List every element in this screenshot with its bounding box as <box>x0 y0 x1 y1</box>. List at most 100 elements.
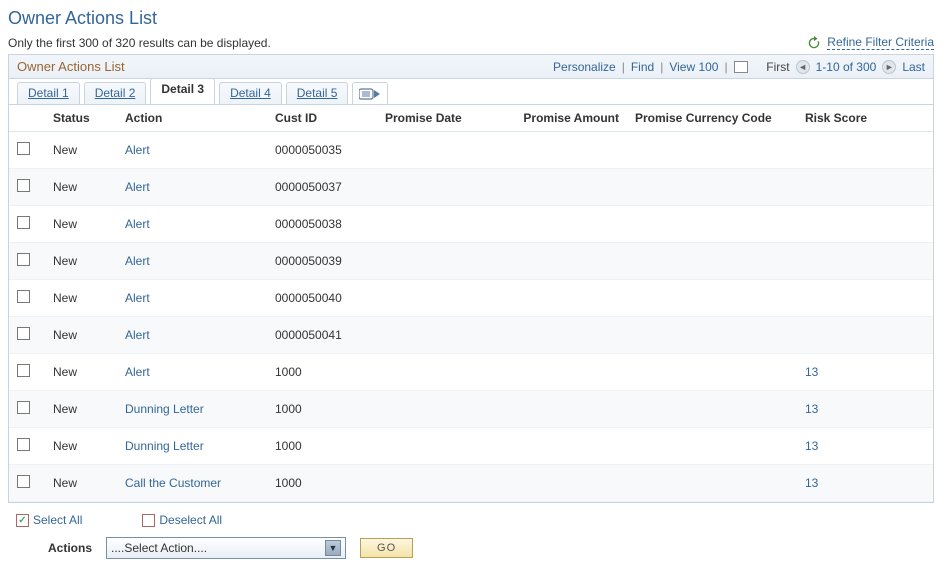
table-row: NewDunning Letter100013 <box>9 428 933 465</box>
cell-action-link[interactable]: Alert <box>125 254 150 268</box>
refine-filter-link[interactable]: Refine Filter Criteria <box>827 35 934 50</box>
prev-page-icon[interactable]: ◄ <box>796 60 810 74</box>
cell-promise-amount <box>477 280 627 317</box>
row-checkbox[interactable] <box>17 475 30 488</box>
table-row: NewCall the Customer100013 <box>9 465 933 502</box>
tab-detail-4[interactable]: Detail 4 <box>219 82 282 104</box>
tab-detail-2[interactable]: Detail 2 <box>84 82 147 104</box>
select-all-link[interactable]: Select All <box>16 513 82 527</box>
risk-score-link[interactable]: 13 <box>805 476 818 490</box>
cell-promise-currency <box>627 280 797 317</box>
deselect-all-label: Deselect All <box>159 513 222 527</box>
cell-promise-amount <box>477 243 627 280</box>
cell-promise-currency <box>627 206 797 243</box>
cell-status: New <box>45 428 117 465</box>
row-checkbox[interactable] <box>17 253 30 266</box>
cell-promise-date <box>377 428 477 465</box>
table-row: NewAlert100013 <box>9 354 933 391</box>
page-title: Owner Actions List <box>8 8 934 29</box>
table-row: NewAlert0000050038 <box>9 206 933 243</box>
cell-action-link[interactable]: Alert <box>125 365 150 379</box>
row-checkbox[interactable] <box>17 401 30 414</box>
tab-detail-3[interactable]: Detail 3 <box>150 78 215 104</box>
col-status[interactable]: Status <box>45 105 117 132</box>
col-risk-score[interactable]: Risk Score <box>797 105 933 132</box>
deselect-all-link[interactable]: Deselect All <box>142 513 222 527</box>
actions-label: Actions <box>48 541 92 555</box>
table-row: NewAlert0000050037 <box>9 169 933 206</box>
cell-risk-score <box>797 169 933 206</box>
cell-action-link[interactable]: Alert <box>125 143 150 157</box>
col-action[interactable]: Action <box>117 105 267 132</box>
next-page-icon[interactable]: ► <box>882 60 896 74</box>
cell-promise-currency <box>627 391 797 428</box>
cell-risk-score: 13 <box>797 428 933 465</box>
cell-status: New <box>45 206 117 243</box>
cell-promise-currency <box>627 465 797 502</box>
cell-promise-date <box>377 391 477 428</box>
owner-actions-grid: Owner Actions List Personalize | Find | … <box>8 54 934 503</box>
cell-risk-score: 13 <box>797 354 933 391</box>
table-row: New Dunning Letter 1000 13 <box>9 391 933 428</box>
cell-custid: 1000 <box>267 354 377 391</box>
cell-promise-date <box>377 317 477 354</box>
cell-promise-amount <box>477 169 627 206</box>
cell-custid: 0000050039 <box>267 243 377 280</box>
view-all-link[interactable]: View 100 <box>669 60 718 74</box>
cell-promise-amount <box>477 428 627 465</box>
cell-promise-date <box>377 243 477 280</box>
cell-action-link[interactable]: Alert <box>125 291 150 305</box>
col-promise-amount[interactable]: Promise Amount <box>477 105 627 132</box>
personalize-link[interactable]: Personalize <box>553 60 616 74</box>
row-checkbox[interactable] <box>17 438 30 451</box>
cell-promise-date <box>377 132 477 169</box>
actions-select[interactable]: ....Select Action.... ▼ <box>106 537 346 559</box>
cell-promise-amount <box>477 465 627 502</box>
tab-detail-5[interactable]: Detail 5 <box>286 82 349 104</box>
table-row: NewAlert0000050035 <box>9 132 933 169</box>
show-all-columns-icon[interactable] <box>352 82 388 104</box>
row-checkbox[interactable] <box>17 290 30 303</box>
nav-first[interactable]: First <box>766 60 789 74</box>
chevron-down-icon: ▼ <box>325 540 341 556</box>
cell-status: New <box>45 169 117 206</box>
row-checkbox[interactable] <box>17 142 30 155</box>
cell-action-link[interactable]: Alert <box>125 217 150 231</box>
row-checkbox[interactable] <box>17 216 30 229</box>
col-custid[interactable]: Cust ID <box>267 105 377 132</box>
cell-risk-score <box>797 243 933 280</box>
risk-score-link[interactable]: 13 <box>805 365 818 379</box>
cell-action-link[interactable]: Dunning Letter <box>125 439 204 453</box>
risk-score-link[interactable]: 13 <box>805 439 818 453</box>
nav-last[interactable]: Last <box>902 60 925 74</box>
row-checkbox[interactable] <box>17 364 30 377</box>
table-row: NewAlert0000050040 <box>9 280 933 317</box>
table-row: NewAlert0000050039 <box>9 243 933 280</box>
cell-action-link[interactable]: Dunning Letter <box>125 402 204 416</box>
nav-range[interactable]: 1-10 of 300 <box>816 60 877 74</box>
actions-select-value: ....Select Action.... <box>111 541 207 555</box>
risk-score-link[interactable]: 13 <box>805 402 818 416</box>
cell-risk-score <box>797 317 933 354</box>
select-all-label: Select All <box>33 513 82 527</box>
cell-custid: 1000 <box>267 465 377 502</box>
go-button[interactable]: GO <box>360 538 413 558</box>
col-promise-currency[interactable]: Promise Currency Code <box>627 105 797 132</box>
cell-promise-date <box>377 206 477 243</box>
cell-custid: 1000 <box>267 391 377 428</box>
cell-action-link[interactable]: Call the Customer <box>125 476 221 490</box>
tab-detail-1[interactable]: Detail 1 <box>17 82 80 104</box>
row-checkbox[interactable] <box>17 327 30 340</box>
find-link[interactable]: Find <box>631 60 654 74</box>
spreadsheet-icon[interactable] <box>734 61 748 73</box>
col-promise-date[interactable]: Promise Date <box>377 105 477 132</box>
cell-promise-amount <box>477 132 627 169</box>
cell-status: New <box>45 391 117 428</box>
refresh-icon[interactable] <box>807 36 821 50</box>
row-checkbox[interactable] <box>17 179 30 192</box>
cell-status: New <box>45 280 117 317</box>
cell-promise-date <box>377 169 477 206</box>
cell-promise-currency <box>627 169 797 206</box>
cell-action-link[interactable]: Alert <box>125 180 150 194</box>
cell-action-link[interactable]: Alert <box>125 328 150 342</box>
